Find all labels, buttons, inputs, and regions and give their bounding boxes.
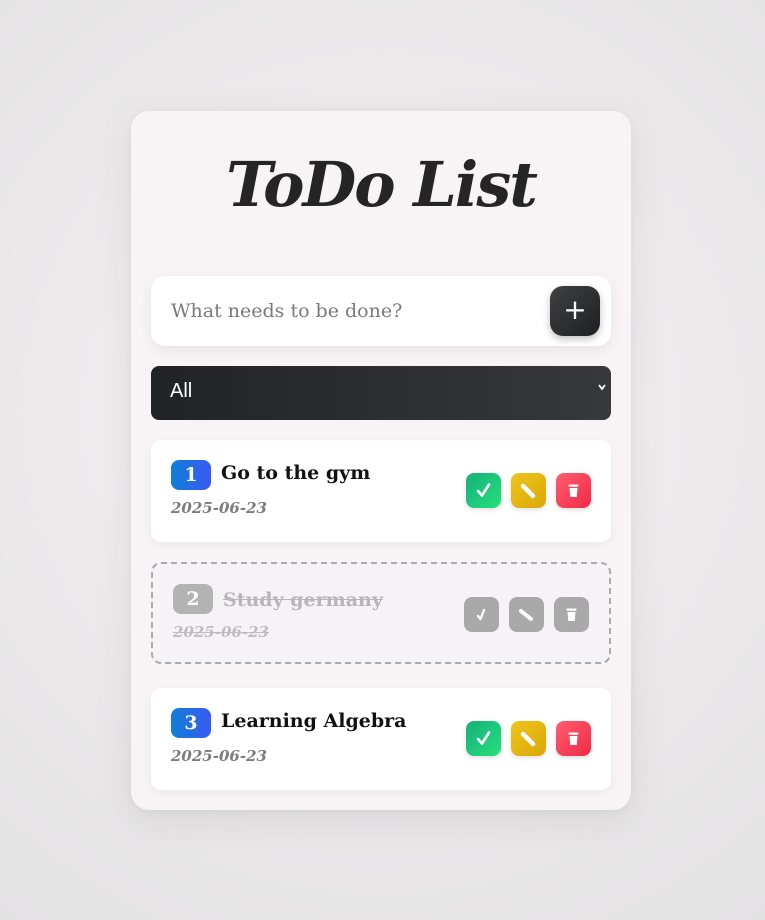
edit-button[interactable] [511, 473, 546, 508]
todo-item: 1 Go to the gym 2025-06-23 [151, 440, 611, 542]
trash-icon [568, 732, 579, 745]
complete-button[interactable] [466, 721, 501, 756]
pencil-icon [520, 731, 536, 747]
trash-icon [566, 608, 577, 621]
edit-button[interactable] [509, 597, 544, 632]
chevron-down-icon [597, 380, 607, 396]
todo-number-badge: 3 [171, 708, 211, 738]
delete-button[interactable] [556, 473, 591, 508]
todo-title: Go to the gym [221, 462, 371, 484]
add-task-bar: + [151, 276, 611, 346]
todo-number-badge: 2 [173, 584, 213, 614]
todo-title: Learning Algebra [221, 710, 407, 732]
plus-icon: + [563, 293, 587, 326]
delete-button[interactable] [556, 721, 591, 756]
complete-button[interactable] [464, 597, 499, 632]
todo-number-badge: 1 [171, 460, 211, 490]
todo-actions [466, 721, 591, 756]
todo-date: 2025-06-23 [171, 499, 267, 517]
todo-actions [464, 597, 589, 632]
delete-button[interactable] [554, 597, 589, 632]
add-task-button[interactable]: + [550, 286, 600, 336]
todo-item: 3 Learning Algebra 2025-06-23 [151, 688, 611, 790]
check-icon [476, 483, 491, 497]
check-icon [476, 608, 486, 621]
todo-actions [466, 473, 591, 508]
pencil-icon [520, 483, 536, 499]
todo-date: 2025-06-23 [171, 747, 267, 765]
task-input[interactable] [171, 293, 531, 329]
todo-date: 2025-06-23 [173, 623, 269, 641]
filter-select[interactable]: All [151, 366, 611, 420]
trash-icon [568, 484, 579, 497]
app-title: ToDo List [226, 148, 538, 221]
edit-button[interactable] [511, 721, 546, 756]
complete-button[interactable] [466, 473, 501, 508]
todo-title: Study germany [223, 589, 383, 611]
todo-item: 2 Study germany 2025-06-23 [151, 562, 611, 664]
pencil-icon [519, 609, 533, 621]
filter-selected-value: All [170, 380, 193, 402]
todo-card: ToDo List + All 1 Go to the gym 2025-06-… [131, 111, 631, 810]
check-icon [476, 731, 491, 745]
